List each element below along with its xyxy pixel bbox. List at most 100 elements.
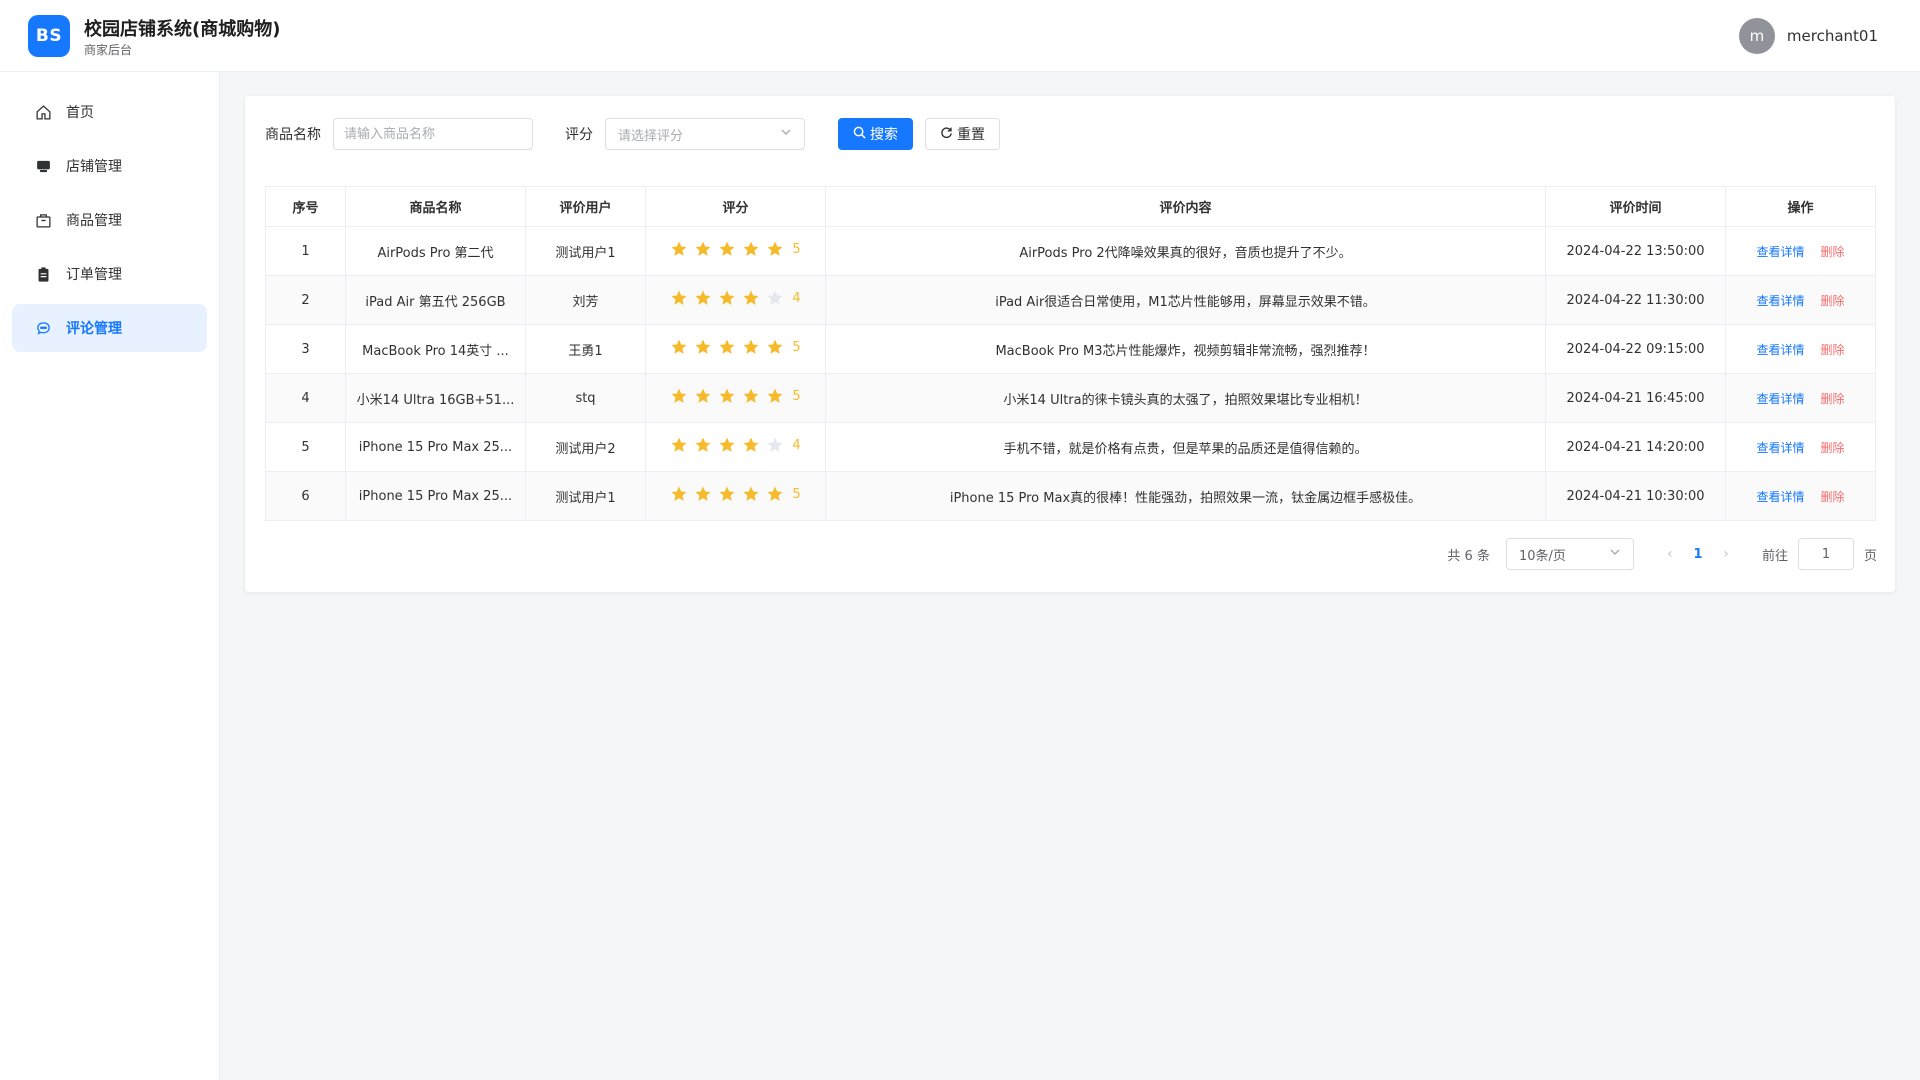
sidebar-item-orders[interactable]: 订单管理 — [12, 250, 207, 298]
app-header: BS 校园店铺系统(商城购物) 商家后台 m merchant01 — [0, 0, 1920, 72]
table-row: 6 iPhone 15 Pro Max 25... 测试用户1 5 iPhone 15 … — [265, 471, 1876, 521]
refresh-icon — [940, 126, 953, 143]
table-row: 1 AirPods Pro 第二代 测试用户1 5 AirPods Pro 2代降噪效果… — [265, 226, 1876, 276]
goto-page-input[interactable] — [1797, 538, 1854, 570]
cell-no: 1 — [265, 226, 346, 276]
star-icon — [718, 436, 736, 454]
sidebar-item-home[interactable]: 首页 — [12, 88, 207, 136]
cell-no: 3 — [265, 324, 346, 374]
star-icon — [742, 240, 760, 258]
clipboard-icon — [34, 265, 52, 283]
view-details-button[interactable]: 查看详情 — [1756, 490, 1804, 504]
reset-button-label: 重置 — [957, 127, 985, 143]
cell-product: AirPods Pro 第二代 — [345, 226, 526, 276]
chevron-down-icon — [780, 126, 792, 142]
view-details-button[interactable]: 查看详情 — [1756, 294, 1804, 308]
cell-rating: 5 — [645, 226, 826, 276]
column-header: 序号 — [265, 186, 346, 227]
delete-button[interactable]: 删除 — [1821, 245, 1845, 259]
rating-score: 5 — [792, 339, 801, 355]
delete-button[interactable]: 删除 — [1821, 392, 1845, 406]
cell-time: 2024-04-22 11:30:00 — [1545, 275, 1726, 325]
column-header: 评价时间 — [1545, 186, 1726, 227]
product-name-label: 商品名称 — [265, 127, 321, 143]
cell-product: iPad Air 第五代 256GB — [345, 275, 526, 325]
cell-actions: 查看详情 删除 — [1725, 373, 1876, 423]
page-number[interactable]: 1 — [1682, 547, 1714, 562]
sidebar-item-label: 商品管理 — [66, 213, 122, 229]
delete-button[interactable]: 删除 — [1821, 343, 1845, 357]
star-icon — [670, 436, 688, 454]
star-icon — [670, 387, 688, 405]
column-header: 操作 — [1725, 186, 1876, 227]
star-icon — [694, 436, 712, 454]
delete-button[interactable]: 删除 — [1821, 441, 1845, 455]
cell-user: stq — [525, 373, 646, 423]
sidebar-item-products[interactable]: 商品管理 — [12, 196, 207, 244]
cell-actions: 查看详情 删除 — [1725, 422, 1876, 472]
home-icon — [34, 103, 52, 121]
sidebar-item-label: 首页 — [66, 105, 94, 121]
rating-select[interactable]: 请选择评分 — [605, 118, 805, 150]
sidebar: 首页 店铺管理 商品管理 订单管理 评论管理 — [0, 72, 220, 1080]
username[interactable]: merchant01 — [1787, 27, 1878, 45]
cell-content: 小米14 Ultra的徕卡镜头真的太强了，拍照效果堪比专业相机！ — [825, 373, 1546, 423]
shop-icon — [34, 157, 52, 175]
star-rating: 5 — [670, 338, 801, 356]
app-title: 校园店铺系统(商城购物) — [84, 19, 281, 40]
sidebar-item-shop[interactable]: 店铺管理 — [12, 142, 207, 190]
star-icon — [766, 240, 784, 258]
sidebar-item-reviews[interactable]: 评论管理 — [12, 304, 207, 352]
cell-actions: 查看详情 删除 — [1725, 226, 1876, 276]
cell-user: 刘芳 — [525, 275, 646, 325]
star-icon — [718, 387, 736, 405]
star-icon — [766, 485, 784, 503]
cell-rating: 5 — [645, 373, 826, 423]
cell-product: 小米14 Ultra 16GB+51... — [345, 373, 526, 423]
table-row: 3 MacBook Pro 14英寸 ... 王勇1 5 MacBook Pro M3芯… — [265, 324, 1876, 374]
box-icon — [34, 211, 52, 229]
cell-time: 2024-04-21 14:20:00 — [1545, 422, 1726, 472]
view-details-button[interactable]: 查看详情 — [1756, 392, 1804, 406]
star-icon — [694, 485, 712, 503]
avatar[interactable]: m — [1738, 18, 1775, 54]
filter-bar: 商品名称 评分 请选择评分 搜索 重置 — [265, 118, 1000, 150]
table-header-row: 序号 商品名称 评价用户 评分 评价内容 评价时间 操作 — [265, 186, 1876, 227]
cell-product: MacBook Pro 14英寸 ... — [345, 324, 526, 374]
goto-label: 前往 — [1761, 548, 1788, 564]
reset-button[interactable]: 重置 — [925, 118, 1000, 150]
star-icon — [742, 289, 760, 307]
app-subtitle: 商家后台 — [84, 43, 133, 57]
cell-no: 4 — [265, 373, 346, 423]
sidebar-item-label: 店铺管理 — [66, 159, 122, 175]
cell-product: iPhone 15 Pro Max 25... — [345, 471, 526, 521]
star-icon — [766, 338, 784, 356]
column-header: 评价用户 — [525, 186, 646, 227]
cell-rating: 4 — [645, 422, 826, 472]
star-rating: 4 — [670, 289, 801, 307]
cell-rating: 5 — [645, 324, 826, 374]
star-icon — [766, 387, 784, 405]
user-menu[interactable]: m merchant01 — [1738, 18, 1878, 54]
view-details-button[interactable]: 查看详情 — [1756, 245, 1804, 259]
view-details-button[interactable]: 查看详情 — [1756, 343, 1804, 357]
sidebar-item-label: 订单管理 — [66, 267, 122, 283]
cell-actions: 查看详情 删除 — [1725, 324, 1876, 374]
star-icon — [694, 338, 712, 356]
page-size-select[interactable]: 10条/页 — [1505, 538, 1634, 570]
delete-button[interactable]: 删除 — [1821, 490, 1845, 504]
search-button[interactable]: 搜索 — [838, 118, 913, 150]
star-icon — [718, 240, 736, 258]
cell-time: 2024-04-22 13:50:00 — [1545, 226, 1726, 276]
column-header: 评分 — [645, 186, 826, 227]
star-icon — [742, 387, 760, 405]
next-page-button[interactable]: › — [1714, 546, 1738, 562]
prev-page-button[interactable]: ‹ — [1658, 546, 1682, 562]
cell-actions: 查看详情 删除 — [1725, 275, 1876, 325]
view-details-button[interactable]: 查看详情 — [1756, 441, 1804, 455]
product-name-input[interactable] — [333, 118, 533, 150]
search-button-label: 搜索 — [870, 127, 898, 143]
delete-button[interactable]: 删除 — [1821, 294, 1845, 308]
star-icon — [718, 289, 736, 307]
star-icon — [766, 436, 784, 454]
